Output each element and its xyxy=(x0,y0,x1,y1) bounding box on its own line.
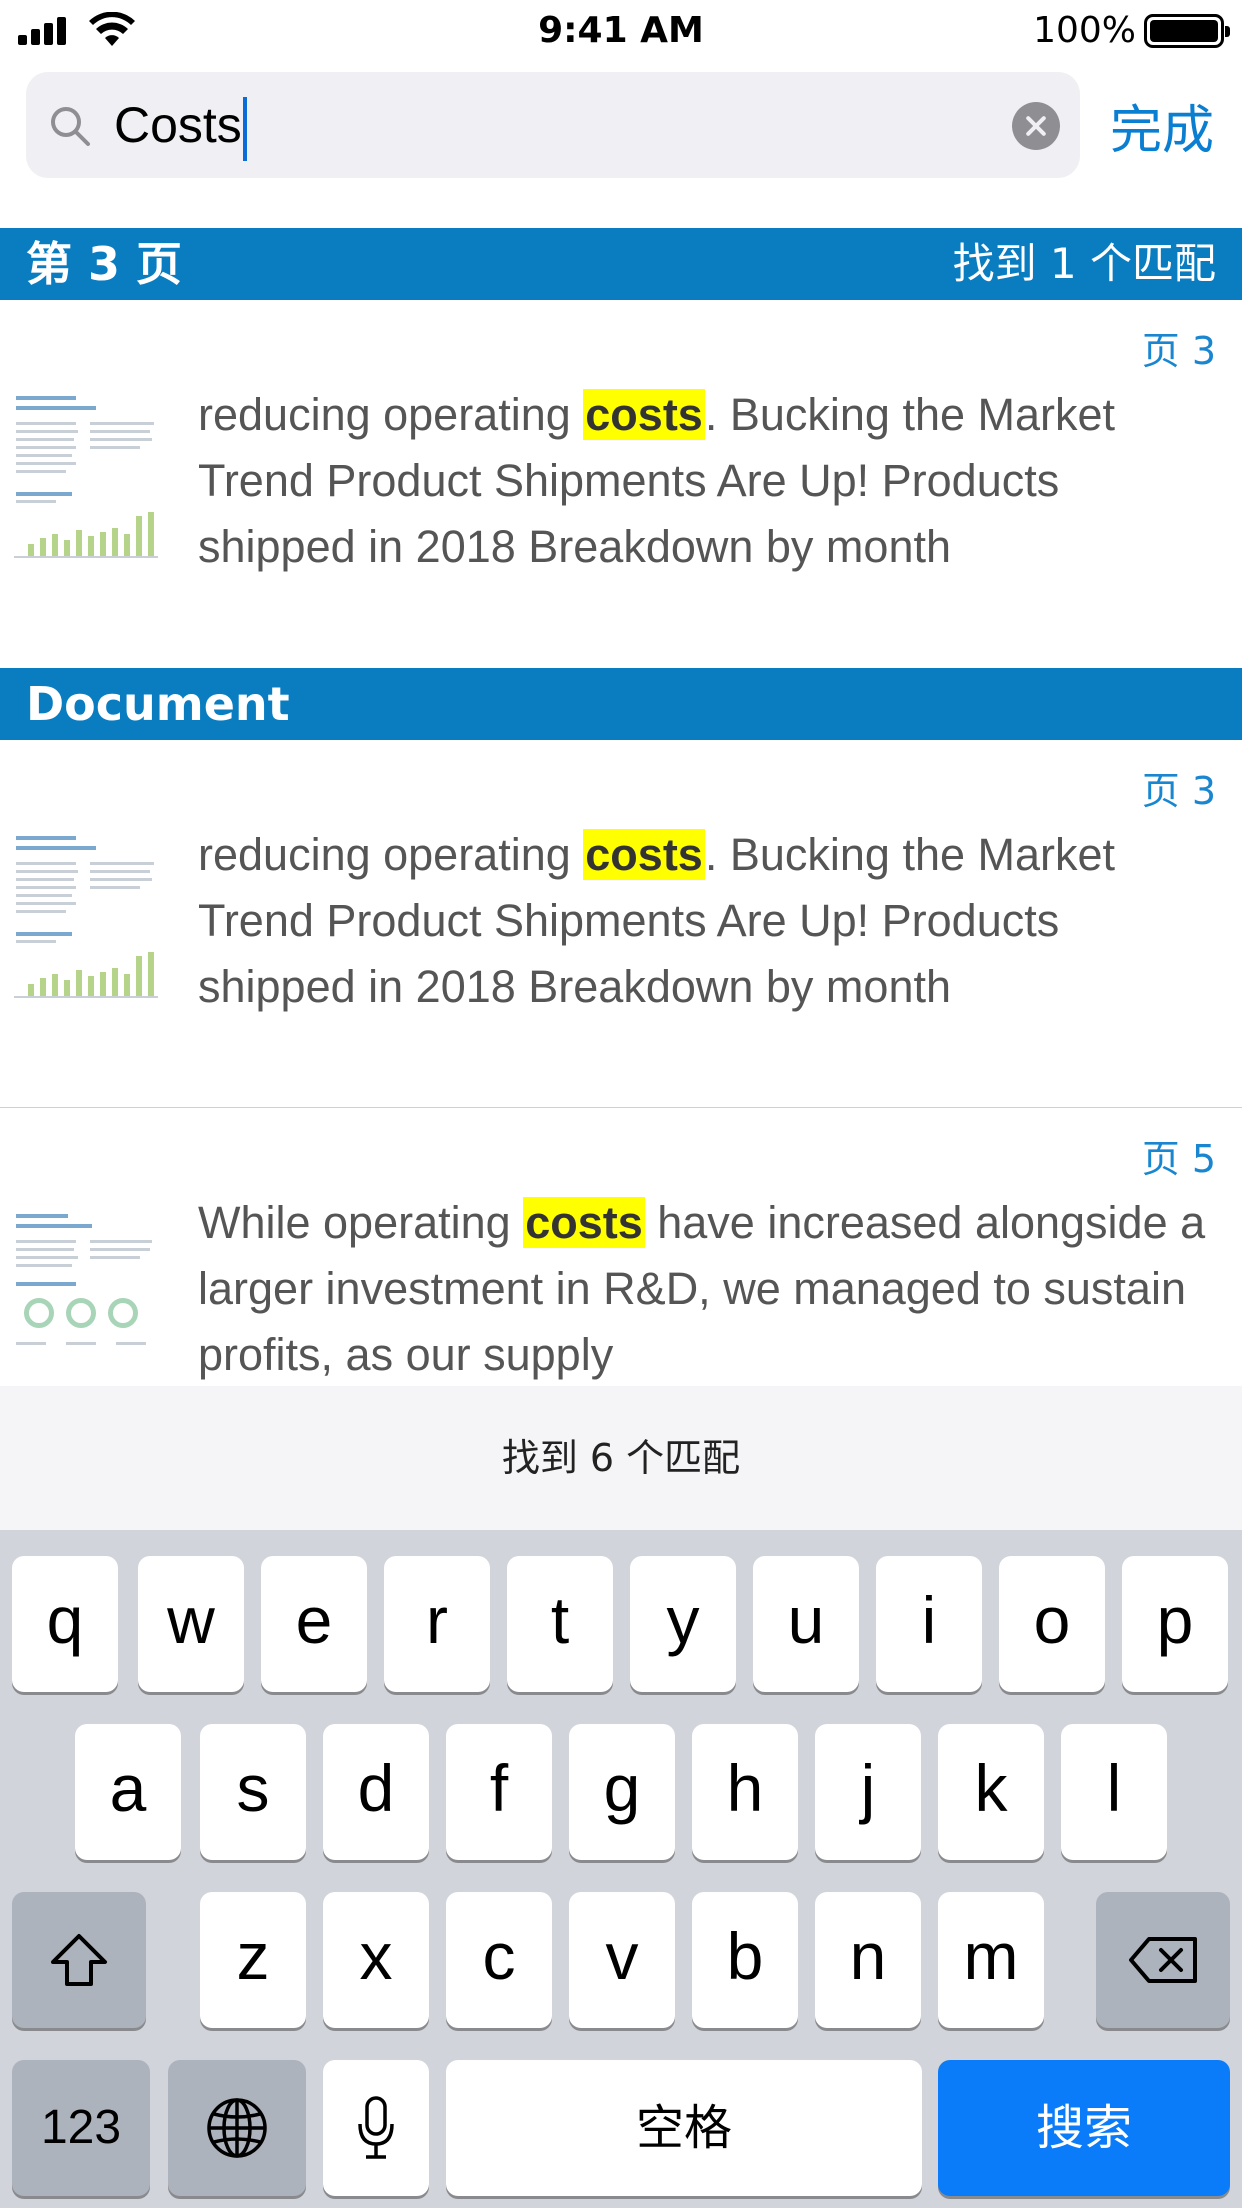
search-input[interactable]: Costs xyxy=(114,88,1014,162)
key-b[interactable]: b xyxy=(692,1892,798,2028)
search-query: Costs xyxy=(114,97,242,153)
text-caret xyxy=(242,96,247,161)
microphone-key[interactable] xyxy=(323,2060,429,2196)
key-o[interactable]: o xyxy=(999,1556,1105,1692)
key-p[interactable]: p xyxy=(1122,1556,1228,1692)
result-page-ref[interactable]: 页 3 xyxy=(1142,320,1216,375)
globe-key[interactable] xyxy=(168,2060,306,2196)
key-d[interactable]: d xyxy=(323,1724,429,1860)
key-u[interactable]: u xyxy=(753,1556,859,1692)
globe-icon xyxy=(207,2098,267,2158)
key-f[interactable]: f xyxy=(446,1724,552,1860)
key-w[interactable]: w xyxy=(138,1556,244,1692)
search-bar[interactable]: Costs xyxy=(26,72,1080,178)
section-header-document: Document xyxy=(0,668,1242,740)
key-z[interactable]: z xyxy=(200,1892,306,2028)
space-key[interactable]: 空格 xyxy=(446,2060,922,2196)
section-title: 第 3 页 xyxy=(26,237,183,291)
battery-icon xyxy=(1144,14,1230,48)
match-summary: 找到 6 个匹配 xyxy=(0,1386,1242,1530)
match-highlight: costs xyxy=(583,829,705,880)
done-button[interactable]: 完成 xyxy=(1110,88,1214,163)
result-page-ref[interactable]: 页 3 xyxy=(1142,760,1216,815)
section-match-count: 找到 1 个匹配 xyxy=(952,239,1216,288)
key-g[interactable]: g xyxy=(569,1724,675,1860)
shift-icon xyxy=(51,1934,107,1986)
status-bar: 9:41 AM 100% xyxy=(0,0,1242,62)
search-icon xyxy=(51,107,90,146)
keyboard: q w e r t y u i o p a s d f g h j k l z … xyxy=(0,1530,1242,2208)
search-key[interactable]: 搜索 xyxy=(938,2060,1230,2196)
page-thumbnail xyxy=(10,816,162,1016)
key-t[interactable]: t xyxy=(507,1556,613,1692)
key-i[interactable]: i xyxy=(876,1556,982,1692)
key-r[interactable]: r xyxy=(384,1556,490,1692)
clear-icon[interactable] xyxy=(1012,102,1060,150)
microphone-icon xyxy=(358,2096,394,2159)
key-x[interactable]: x xyxy=(323,1892,429,2028)
match-highlight: costs xyxy=(583,389,705,440)
page-thumbnail xyxy=(10,376,162,576)
backspace-key[interactable] xyxy=(1096,1892,1230,2028)
result-snippet: reducing operating costs. Bucking the Ma… xyxy=(198,829,1116,1012)
search-result[interactable]: 页 3 reducing operating costs. Bucking th… xyxy=(0,300,1242,668)
key-q[interactable]: q xyxy=(12,1556,118,1692)
search-result[interactable]: 页 5 While operating costs have increased… xyxy=(0,1108,1242,1386)
key-v[interactable]: v xyxy=(569,1892,675,2028)
result-snippet: reducing operating costs. Bucking the Ma… xyxy=(198,389,1116,572)
key-j[interactable]: j xyxy=(815,1724,921,1860)
key-y[interactable]: y xyxy=(630,1556,736,1692)
key-c[interactable]: c xyxy=(446,1892,552,2028)
numbers-key[interactable]: 123 xyxy=(12,2060,150,2196)
key-h[interactable]: h xyxy=(692,1724,798,1860)
key-e[interactable]: e xyxy=(261,1556,367,1692)
search-result[interactable]: 页 3 reducing operating costs. Bucking th… xyxy=(0,740,1242,1107)
section-title: Document xyxy=(26,677,290,731)
shift-key[interactable] xyxy=(12,1892,146,2028)
key-n[interactable]: n xyxy=(815,1892,921,2028)
key-a[interactable]: a xyxy=(75,1724,181,1860)
backspace-icon xyxy=(1129,1937,1197,1983)
key-s[interactable]: s xyxy=(200,1724,306,1860)
result-page-ref[interactable]: 页 5 xyxy=(1142,1128,1216,1183)
result-snippet: While operating costs have increased alo… xyxy=(198,1197,1206,1380)
battery-percentage: 100% xyxy=(1033,10,1136,51)
match-highlight: costs xyxy=(523,1197,645,1248)
key-k[interactable]: k xyxy=(938,1724,1044,1860)
section-header-page-3: 第 3 页 找到 1 个匹配 xyxy=(0,228,1242,300)
key-l[interactable]: l xyxy=(1061,1724,1167,1860)
page-thumbnail xyxy=(10,1200,162,1386)
key-m[interactable]: m xyxy=(938,1892,1044,2028)
